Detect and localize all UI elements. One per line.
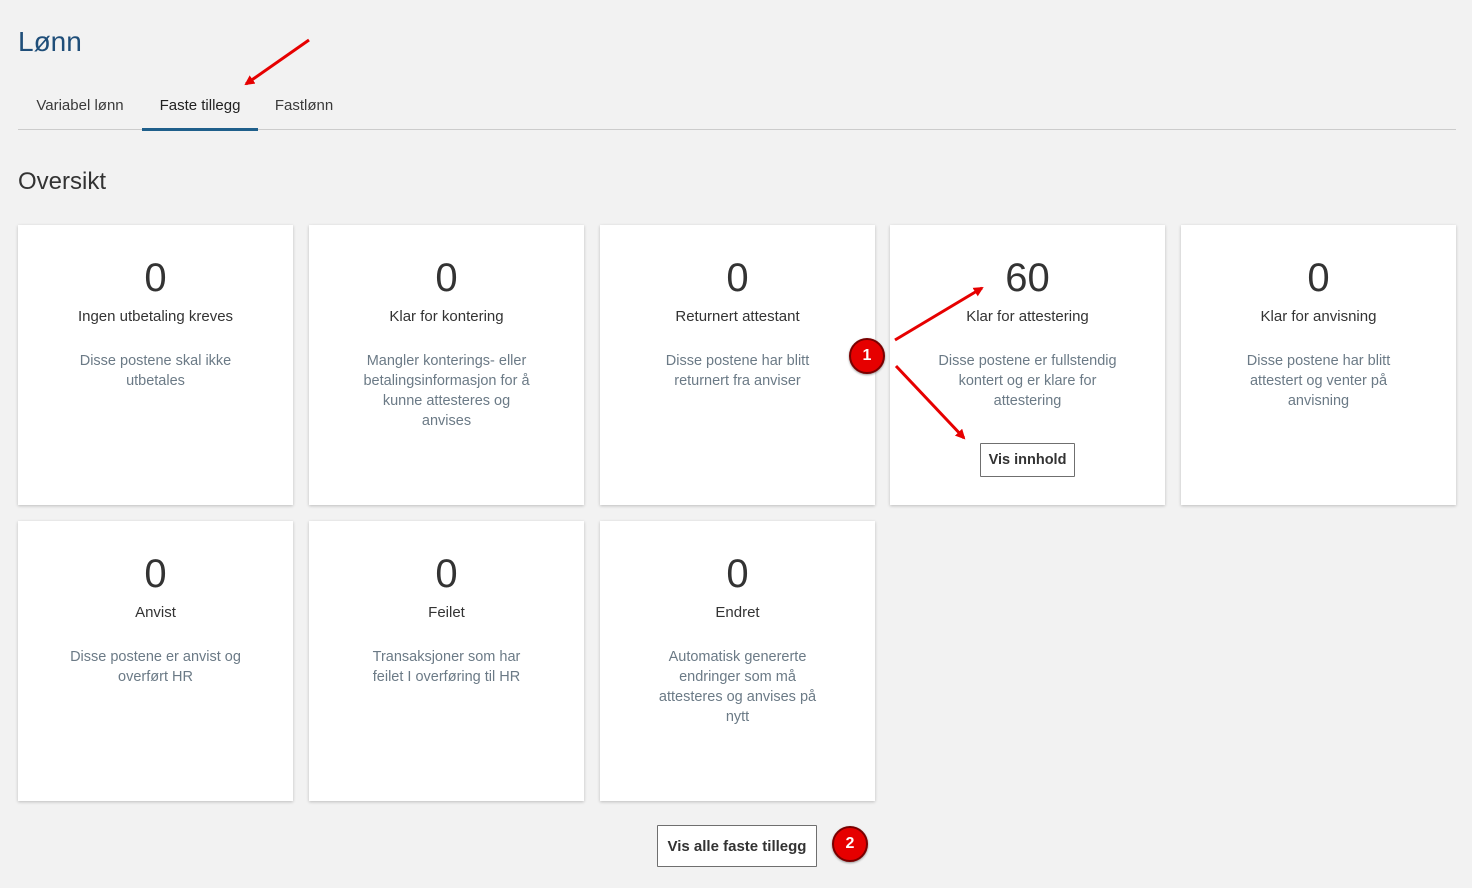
status-card-klar-for-anvisning: 0 Klar for anvisning Disse postene har b… (1181, 225, 1456, 505)
status-card-anvist: 0 Anvist Disse postene er anvist og over… (18, 521, 293, 801)
tab-bar: Variabel lønn Faste tillegg Fastlønn (18, 84, 1456, 131)
status-label: Returnert attestant (675, 308, 800, 325)
status-count: 0 (726, 256, 749, 300)
status-label: Anvist (135, 604, 176, 621)
status-count: 0 (726, 552, 749, 596)
status-count: 0 (435, 256, 458, 300)
status-description: Disse postene skal ikke utbetales (79, 353, 232, 389)
annotation-marker-1: 1 (849, 338, 885, 374)
status-description: Disse postene har blitt returnert fra an… (665, 353, 810, 389)
arrow-to-faste-tillegg-tab (244, 38, 310, 86)
status-description: Mangler konterings- eller betalingsinfor… (363, 353, 530, 429)
status-description: Disse postene har blitt attestert og ven… (1246, 353, 1391, 409)
tab-variabel-lonn[interactable]: Variabel lønn (18, 84, 142, 130)
status-label: Ingen utbetaling kreves (77, 308, 234, 325)
tab-fastlonn[interactable]: Fastlønn (258, 84, 350, 130)
tab-faste-tillegg[interactable]: Faste tillegg (142, 84, 258, 131)
status-card-klar-for-attestering: 60 Klar for attestering Disse postene er… (890, 225, 1165, 505)
status-card-returnert-attestant: 0 Returnert attestant Disse postene har … (600, 225, 875, 505)
vis-alle-faste-tillegg-button[interactable]: Vis alle faste tillegg (657, 825, 817, 867)
annotation-marker-2: 2 (832, 826, 868, 862)
status-label: Endret (715, 604, 760, 621)
status-description: Transaksjoner som har feilet I overførin… (372, 649, 521, 685)
status-label: Feilet (428, 604, 465, 621)
status-count: 0 (435, 552, 458, 596)
status-count: 0 (144, 552, 167, 596)
section-title-oversikt: Oversikt (18, 168, 107, 195)
status-label: Klar for anvisning (1260, 308, 1377, 325)
status-card-ingen-utbetaling: 0 Ingen utbetaling kreves Disse postene … (18, 225, 293, 505)
page-title: Lønn (18, 26, 82, 57)
status-card-klar-for-kontering: 0 Klar for kontering Mangler konterings-… (309, 225, 584, 505)
status-card-feilet: 0 Feilet Transaksjoner som har feilet I … (309, 521, 584, 801)
status-label: Klar for attestering (966, 308, 1089, 325)
vis-innhold-button[interactable]: Vis innhold (980, 443, 1075, 477)
status-card-endret: 0 Endret Automatisk genererte endringer … (600, 521, 875, 801)
status-description: Disse postene er anvist og overført HR (70, 649, 241, 685)
status-description: Disse postene er fullstendig kontert og … (938, 353, 1117, 409)
status-label: Klar for kontering (389, 308, 504, 325)
status-count: 0 (1307, 256, 1330, 300)
status-count: 60 (1005, 256, 1050, 300)
status-count: 0 (144, 256, 167, 300)
status-description: Automatisk genererte endringer som må at… (658, 649, 817, 725)
